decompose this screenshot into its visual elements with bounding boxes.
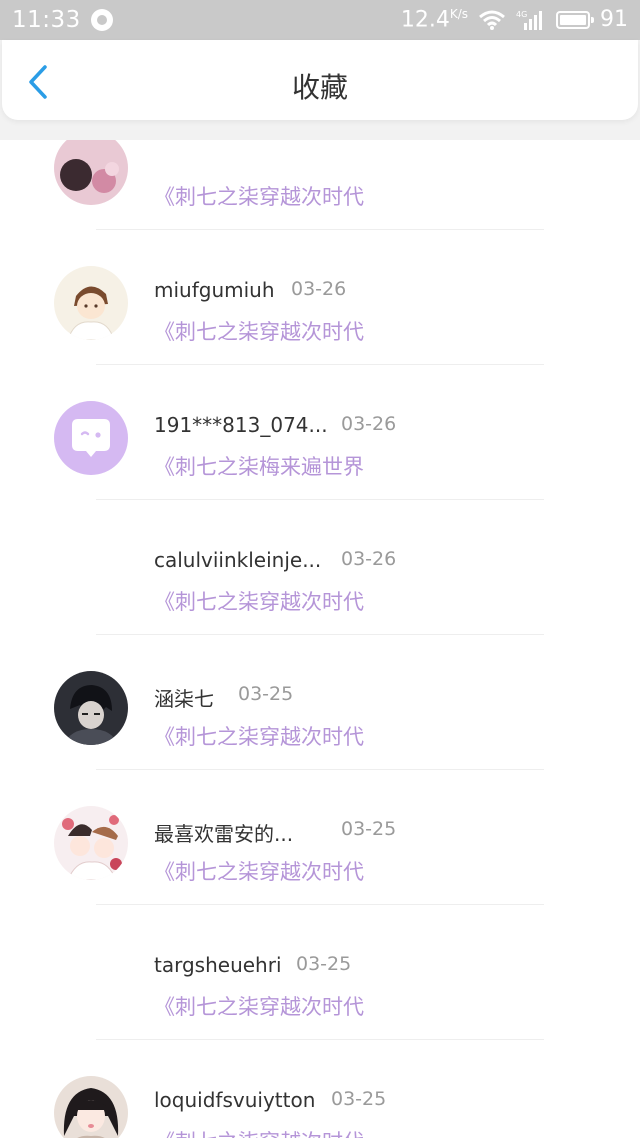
battery-icon <box>556 10 594 29</box>
signal-icon: 4G <box>516 10 542 30</box>
list-item[interactable]: miufgumiuh 03-26 《刺七之柒穿越次时代 <box>0 230 640 365</box>
item-book-title[interactable]: 《刺七之柒梅来遍世界 <box>154 451 364 481</box>
item-book-title[interactable]: 《刺七之柒穿越次时代 <box>154 181 364 211</box>
status-left: 11:33 <box>12 7 113 33</box>
item-book-title[interactable]: 《刺七之柒穿越次时代 <box>154 991 364 1021</box>
list-item[interactable]: 《刺七之柒穿越次时代 <box>0 140 640 230</box>
list-item[interactable]: loquidfsvuiytton 03-25 《刺七之柒穿越次时代 <box>0 1040 640 1138</box>
item-date: 03-25 <box>341 818 397 840</box>
avatar[interactable] <box>54 941 128 1015</box>
avatar[interactable] <box>54 806 128 880</box>
item-book-title[interactable]: 《刺七之柒穿越次时代 <box>154 721 364 751</box>
list-item[interactable]: 涵柒七 03-25 《刺七之柒穿越次时代 <box>0 635 640 770</box>
notification-app-icon <box>90 9 113 31</box>
list-item[interactable]: calulviinkleinje... 03-26 《刺七之柒穿越次时代 <box>0 500 640 635</box>
avatar[interactable] <box>54 401 128 475</box>
battery-level: 91 <box>600 7 628 33</box>
item-date: 03-26 <box>341 548 397 570</box>
favorites-list-inner: 《刺七之柒穿越次时代 miufgumiuh 03-26 《刺七之柒穿越次时代 1… <box>0 140 640 1138</box>
header-area: 收藏 <box>0 40 640 140</box>
avatar <box>54 140 128 205</box>
item-date: 03-25 <box>331 1088 387 1110</box>
status-right: 12.4K/s 4G 91 <box>401 7 628 32</box>
item-date: 03-25 <box>238 683 294 705</box>
avatar[interactable] <box>54 536 128 610</box>
network-speed-value: 12.4 <box>400 7 450 33</box>
item-book-title[interactable]: 《刺七之柒穿越次时代 <box>154 586 364 616</box>
page-title: 收藏 <box>291 71 348 104</box>
avatar[interactable] <box>54 671 128 745</box>
avatar[interactable] <box>54 1076 128 1138</box>
item-date: 03-26 <box>291 278 347 300</box>
item-book-title[interactable]: 《刺七之柒穿越次时代 <box>154 1126 364 1138</box>
list-item[interactable]: targsheuehri 03-25 《刺七之柒穿越次时代 <box>0 905 640 1040</box>
status-bar: 11:33 12.4K/s 4G 91 <box>0 0 640 40</box>
nav-header: 收藏 <box>2 40 638 120</box>
item-name: 最喜欢雷安的... <box>154 822 294 846</box>
item-name: 涵柒七 <box>154 687 214 711</box>
chat-bubble-icon <box>72 419 110 457</box>
network-speed: 12.4K/s <box>401 7 468 32</box>
item-name: loquidfsvuiytton <box>154 1088 316 1112</box>
wifi-icon <box>479 10 505 30</box>
favorites-list[interactable]: 《刺七之柒穿越次时代 miufgumiuh 03-26 《刺七之柒穿越次时代 1… <box>0 140 640 1138</box>
item-name: targsheuehri <box>154 953 282 977</box>
item-book-title[interactable]: 《刺七之柒穿越次时代 <box>154 856 364 886</box>
network-type-label: 4G <box>516 10 527 19</box>
avatar[interactable] <box>54 266 128 340</box>
status-time: 11:33 <box>12 7 81 33</box>
list-item[interactable]: 最喜欢雷安的... 03-25 《刺七之柒穿越次时代 <box>0 770 640 905</box>
item-date: 03-26 <box>341 413 397 435</box>
item-name: miufgumiuh <box>154 278 275 302</box>
item-name: 191***813_074... <box>154 413 328 437</box>
network-speed-unit: K/s <box>449 7 468 22</box>
item-book-title[interactable]: 《刺七之柒穿越次时代 <box>154 316 364 346</box>
item-date: 03-25 <box>296 953 352 975</box>
list-item[interactable]: 191***813_074... 03-26 《刺七之柒梅来遍世界 <box>0 365 640 500</box>
item-name: calulviinkleinje... <box>154 548 322 572</box>
